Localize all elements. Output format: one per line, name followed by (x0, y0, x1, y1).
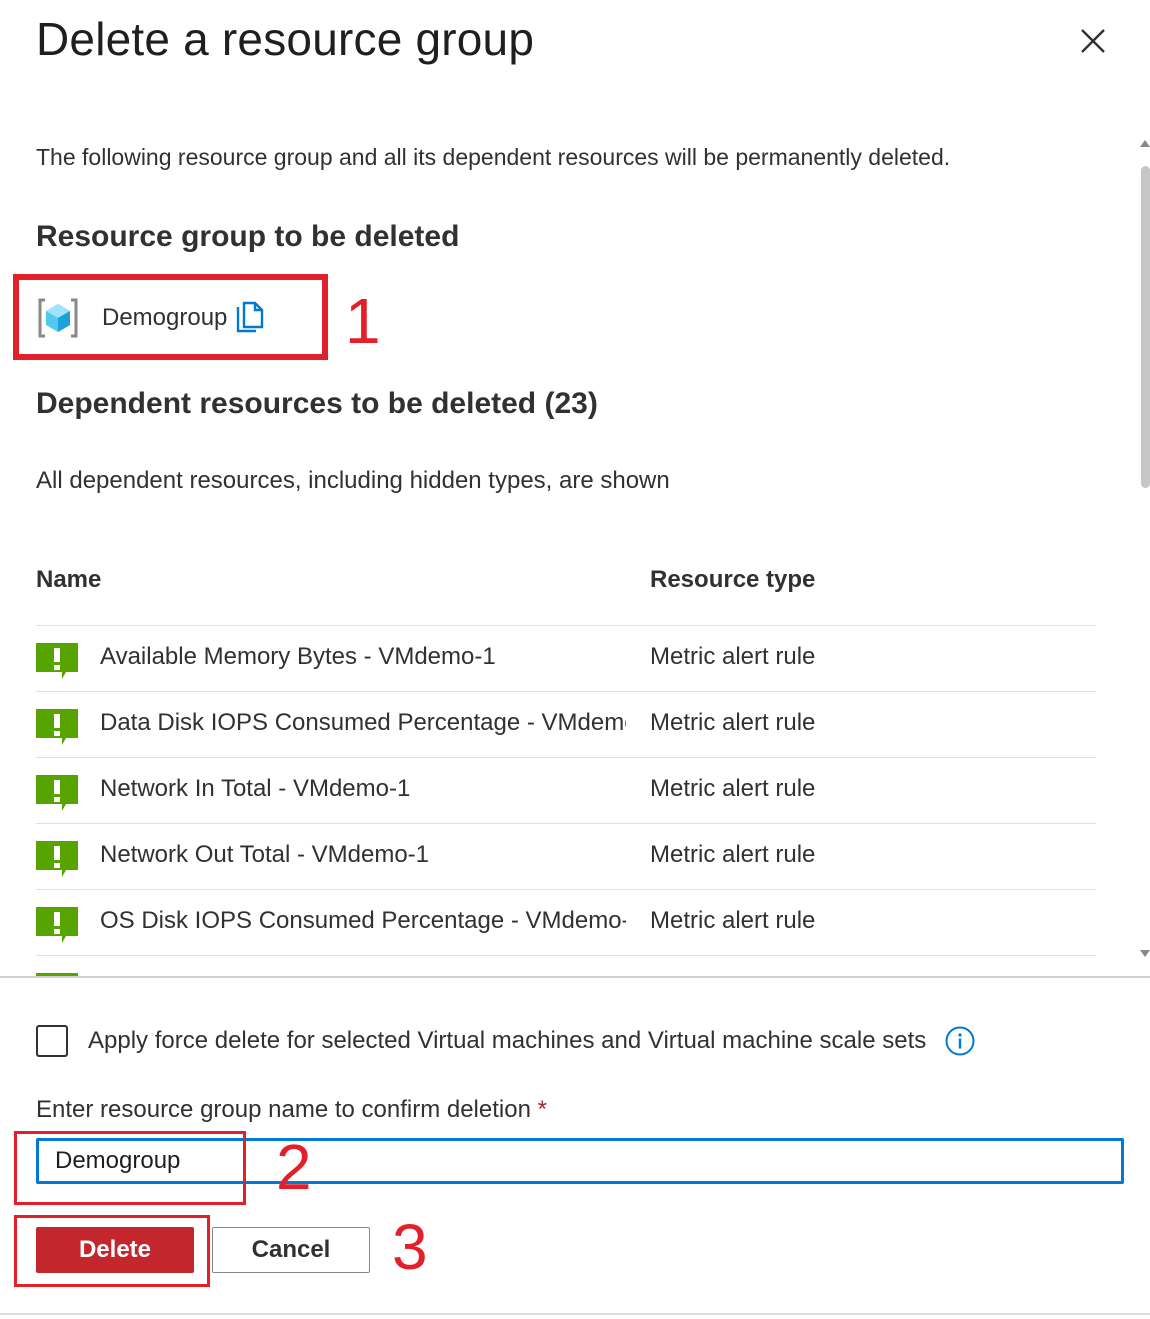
row-type: Metric alert rule (650, 709, 816, 736)
annotation-number-1: 1 (345, 285, 381, 357)
annotation-number-2: 2 (276, 1131, 312, 1203)
bottom-border (0, 1313, 1150, 1315)
row-name: Data Disk IOPS Consumed Percentage - VMd… (100, 709, 626, 736)
column-header-resource-type[interactable]: Resource type (650, 566, 815, 594)
alert-rule-icon (36, 709, 78, 745)
dependent-resources-list: Available Memory Bytes - VMdemo-1 Metric… (36, 626, 1096, 976)
row-name: OS Disk IOPS Consumed Percentage - VMdem… (100, 907, 626, 934)
row-type: Metric alert rule (650, 907, 816, 934)
alert-rule-icon (36, 907, 78, 943)
table-row[interactable]: Available Memory Bytes - VMdemo-1 Metric… (36, 626, 1096, 692)
footer-divider (0, 976, 1150, 978)
force-delete-checkbox[interactable] (36, 1025, 68, 1057)
resource-group-heading: Resource group to be deleted (36, 220, 460, 253)
dependent-resources-note: All dependent resources, including hidde… (36, 467, 670, 494)
row-type: Metric alert rule (650, 841, 816, 868)
alert-rule-icon (36, 643, 78, 679)
annotation-box-1 (13, 274, 328, 360)
row-name: Network Out Total - VMdemo-1 (100, 841, 430, 868)
annotation-box-2 (14, 1131, 246, 1205)
force-delete-label: Apply force delete for selected Virtual … (88, 1027, 927, 1054)
row-name: Network In Total - VMdemo-1 (100, 775, 411, 802)
scroll-up-arrow-icon[interactable] (1140, 140, 1150, 147)
cancel-button[interactable]: Cancel (212, 1227, 370, 1273)
table-header: Name Resource type (36, 566, 1096, 626)
annotation-number-3: 3 (392, 1211, 428, 1283)
force-delete-row: Apply force delete for selected Virtual … (36, 1025, 976, 1057)
column-header-name[interactable]: Name (36, 566, 101, 594)
scrollbar-thumb[interactable] (1141, 166, 1150, 488)
panel-title: Delete a resource group (36, 13, 535, 65)
confirm-name-label: Enter resource group name to confirm del… (36, 1096, 547, 1124)
info-icon[interactable] (944, 1025, 976, 1057)
table-row[interactable]: Network In Total - VMdemo-1 Metric alert… (36, 758, 1096, 824)
alert-rule-icon (36, 775, 78, 811)
row-name: Available Memory Bytes - VMdemo-1 (100, 643, 496, 670)
table-row[interactable] (36, 956, 1096, 976)
close-icon[interactable] (1072, 20, 1114, 62)
table-row[interactable]: OS Disk IOPS Consumed Percentage - VMdem… (36, 890, 1096, 956)
table-row[interactable]: Network Out Total - VMdemo-1 Metric aler… (36, 824, 1096, 890)
annotation-box-3 (14, 1215, 210, 1287)
dependent-resources-heading: Dependent resources to be deleted (23) (36, 387, 598, 420)
panel-description: The following resource group and all its… (36, 144, 951, 170)
alert-rule-icon (36, 841, 78, 877)
row-type: Metric alert rule (650, 643, 816, 670)
required-marker: * (537, 1096, 547, 1123)
row-type: Metric alert rule (650, 775, 816, 802)
confirm-name-label-text: Enter resource group name to confirm del… (36, 1096, 531, 1123)
scroll-down-arrow-icon[interactable] (1140, 950, 1150, 957)
table-row[interactable]: Data Disk IOPS Consumed Percentage - VMd… (36, 692, 1096, 758)
